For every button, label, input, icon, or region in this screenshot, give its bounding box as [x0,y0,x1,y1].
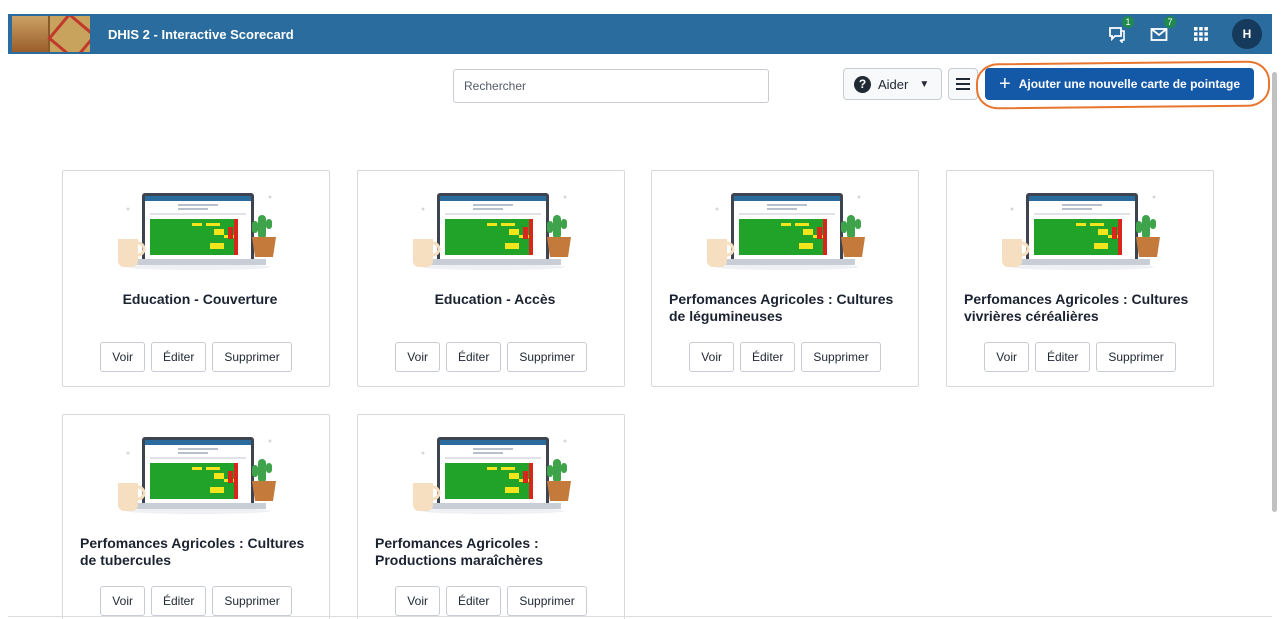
scorecard-card[interactable]: Education - Couverture Voir Éditer Supprime… [62,170,330,387]
scorecard-actions: Voir Éditer Supprimer [947,342,1213,372]
add-scorecard-label: Ajouter une nouvelle carte de pointage [1018,77,1241,91]
delete-button[interactable]: Supprimer [507,342,587,372]
scrollbar[interactable] [1272,72,1277,512]
delete-button[interactable]: Supprimer [212,342,292,372]
scorecard-card[interactable]: Perfomances Agricoles : Cultures de tube… [62,414,330,619]
messages-icon[interactable]: 7 [1148,16,1176,45]
app-title: DHIS 2 - Interactive Scorecard [108,26,294,42]
scorecard-title: Education - Couverture [122,291,278,307]
messages-badge: 7 [1164,16,1176,28]
edit-button[interactable]: Éditer [445,342,502,372]
scorecard-title: Perfomances Agricoles : Cultures de tube… [80,535,305,568]
view-button[interactable]: Voir [395,342,440,372]
scorecard-thumbnail [413,437,571,514]
scorecard-title: Perfomances Agricoles : Cultures de légu… [669,291,894,324]
scorecard-thumbnail [118,437,276,514]
scorecard-actions: Voir Éditer Supprimer [63,342,329,372]
delete-button[interactable]: Supprimer [1096,342,1176,372]
apps-grid-icon[interactable] [1190,23,1212,45]
delete-button[interactable]: Supprimer [801,342,881,372]
view-button[interactable]: Voir [100,342,145,372]
dhis2-logo[interactable] [12,16,90,52]
scorecard-thumbnail [413,193,571,270]
edit-button[interactable]: Éditer [445,586,502,616]
delete-button[interactable]: Supprimer [212,586,292,616]
scorecard-thumbnail [1002,193,1160,270]
plus-icon: + [999,73,1011,95]
help-button[interactable]: ? Aider ▼ [843,68,942,100]
scorecard-card[interactable]: Perfomances Agricoles : Productions mara… [357,414,625,619]
scorecard-title: Perfomances Agricoles : Cultures vivrièr… [964,291,1189,324]
view-button[interactable]: Voir [689,342,734,372]
app-header: DHIS 2 - Interactive Scorecard 1 7 H [8,14,1272,54]
list-icon [956,78,970,90]
interpretations-icon[interactable]: 1 [1106,16,1134,45]
add-scorecard-button[interactable]: + Ajouter une nouvelle carte de pointage [985,68,1254,100]
scorecard-actions: Voir Éditer Supprimer [358,586,624,616]
scorecard-card[interactable]: Perfomances Agricoles : Cultures de légu… [651,170,919,387]
help-label: Aider [878,76,909,92]
scorecard-thumbnail [118,193,276,270]
scorecard-card[interactable]: Perfomances Agricoles : Cultures vivrièr… [946,170,1214,387]
scorecard-title: Perfomances Agricoles : Productions mara… [375,535,544,568]
interpretations-badge: 1 [1122,16,1134,28]
view-button[interactable]: Voir [100,586,145,616]
search-input[interactable] [453,69,769,103]
scorecard-actions: Voir Éditer Supprimer [63,586,329,616]
list-view-button[interactable] [948,68,978,100]
chevron-down-icon: ▼ [919,78,930,90]
edit-button[interactable]: Éditer [150,586,207,616]
scorecard-thumbnail [707,193,865,270]
delete-button[interactable]: Supprimer [507,586,587,616]
edit-button[interactable]: Éditer [1034,342,1091,372]
view-button[interactable]: Voir [984,342,1029,372]
scorecard-card[interactable]: Education - Accès Voir Éditer Supprimer [357,170,625,387]
edit-button[interactable]: Éditer [150,342,207,372]
scorecard-actions: Voir Éditer Supprimer [358,342,624,372]
scorecard-title: Education - Accès [434,291,556,307]
edit-button[interactable]: Éditer [739,342,796,372]
divider [8,616,1272,617]
scorecard-actions: Voir Éditer Supprimer [652,342,918,372]
user-avatar[interactable]: H [1232,19,1262,49]
question-icon: ? [854,75,871,93]
view-button[interactable]: Voir [395,586,440,616]
